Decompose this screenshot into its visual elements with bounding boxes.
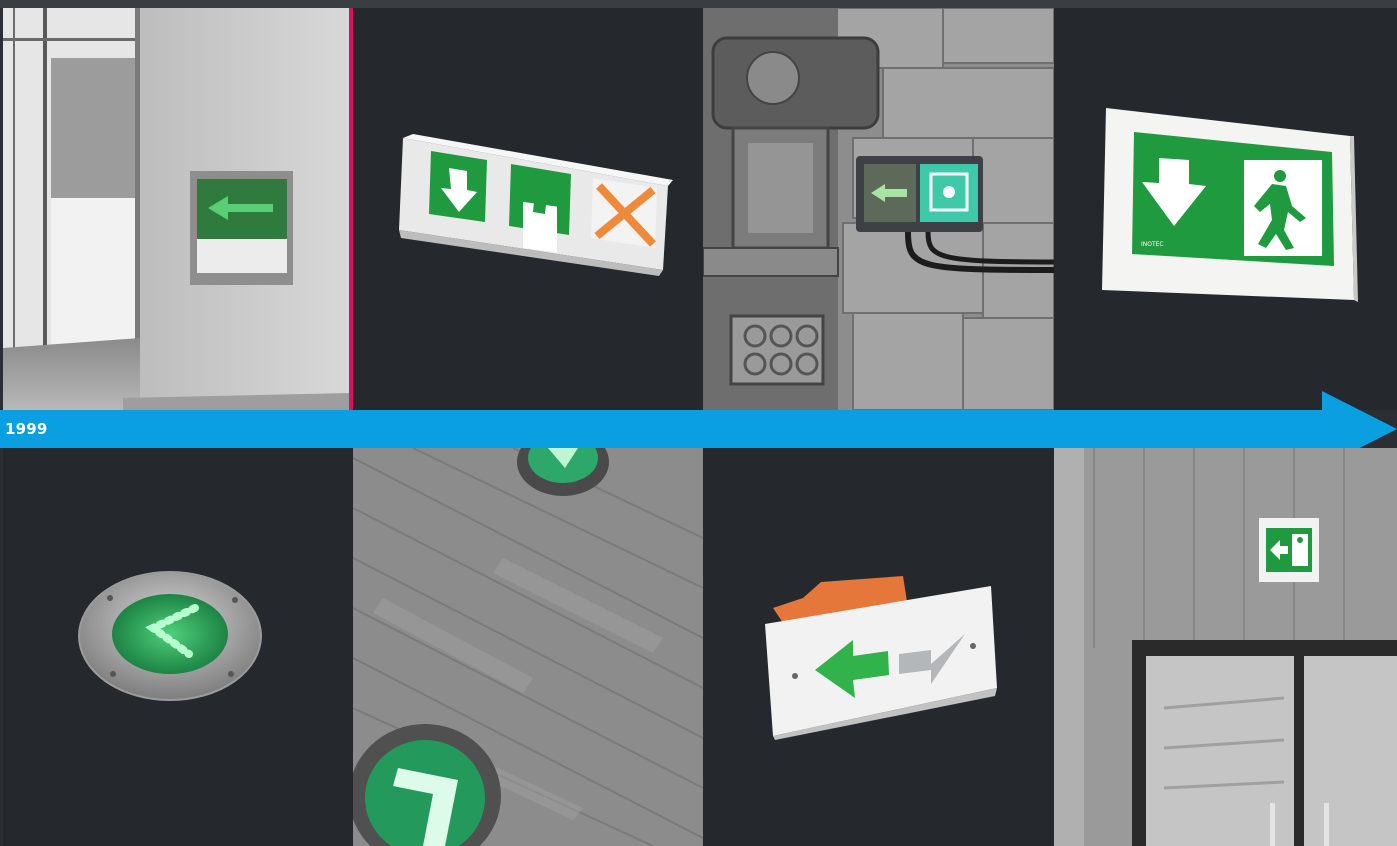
- round-floor-light-photo: [78, 571, 262, 701]
- timeline-bar: [0, 410, 1322, 448]
- tile-wooden-floor-arrow-lights[interactable]: [353, 448, 703, 846]
- tile-double-arrow-plate-sign[interactable]: [703, 448, 1054, 846]
- double-arrow-plate-photo: [765, 576, 997, 740]
- framed-running-man-sign-photo: INOTEC: [1102, 108, 1358, 302]
- doorway-exit-photo: [1054, 448, 1397, 846]
- tile-triple-symbol-exit-sign[interactable]: [353, 8, 703, 410]
- tile-doorway-exit-sign[interactable]: [1054, 448, 1397, 846]
- top-strip: [0, 0, 1397, 8]
- tile-framed-running-man-sign[interactable]: INOTEC: [1054, 8, 1397, 410]
- timeline-year: 1999: [5, 420, 48, 438]
- stone-wall-photo: [703, 8, 1054, 410]
- tile-recessed-wall-exit-sign[interactable]: [3, 8, 350, 410]
- timeline-arrow: 1999: [0, 391, 1397, 467]
- tile-round-floor-arrow-light[interactable]: [3, 448, 353, 846]
- wooden-floor-lights-photo: [353, 448, 703, 846]
- recessed-wall-photo: [3, 8, 350, 410]
- triple-symbol-sign-photo: [399, 134, 673, 276]
- tile-stone-wall-assembly-sign[interactable]: [703, 8, 1054, 410]
- brand-mark-text: INOTEC: [1141, 241, 1164, 248]
